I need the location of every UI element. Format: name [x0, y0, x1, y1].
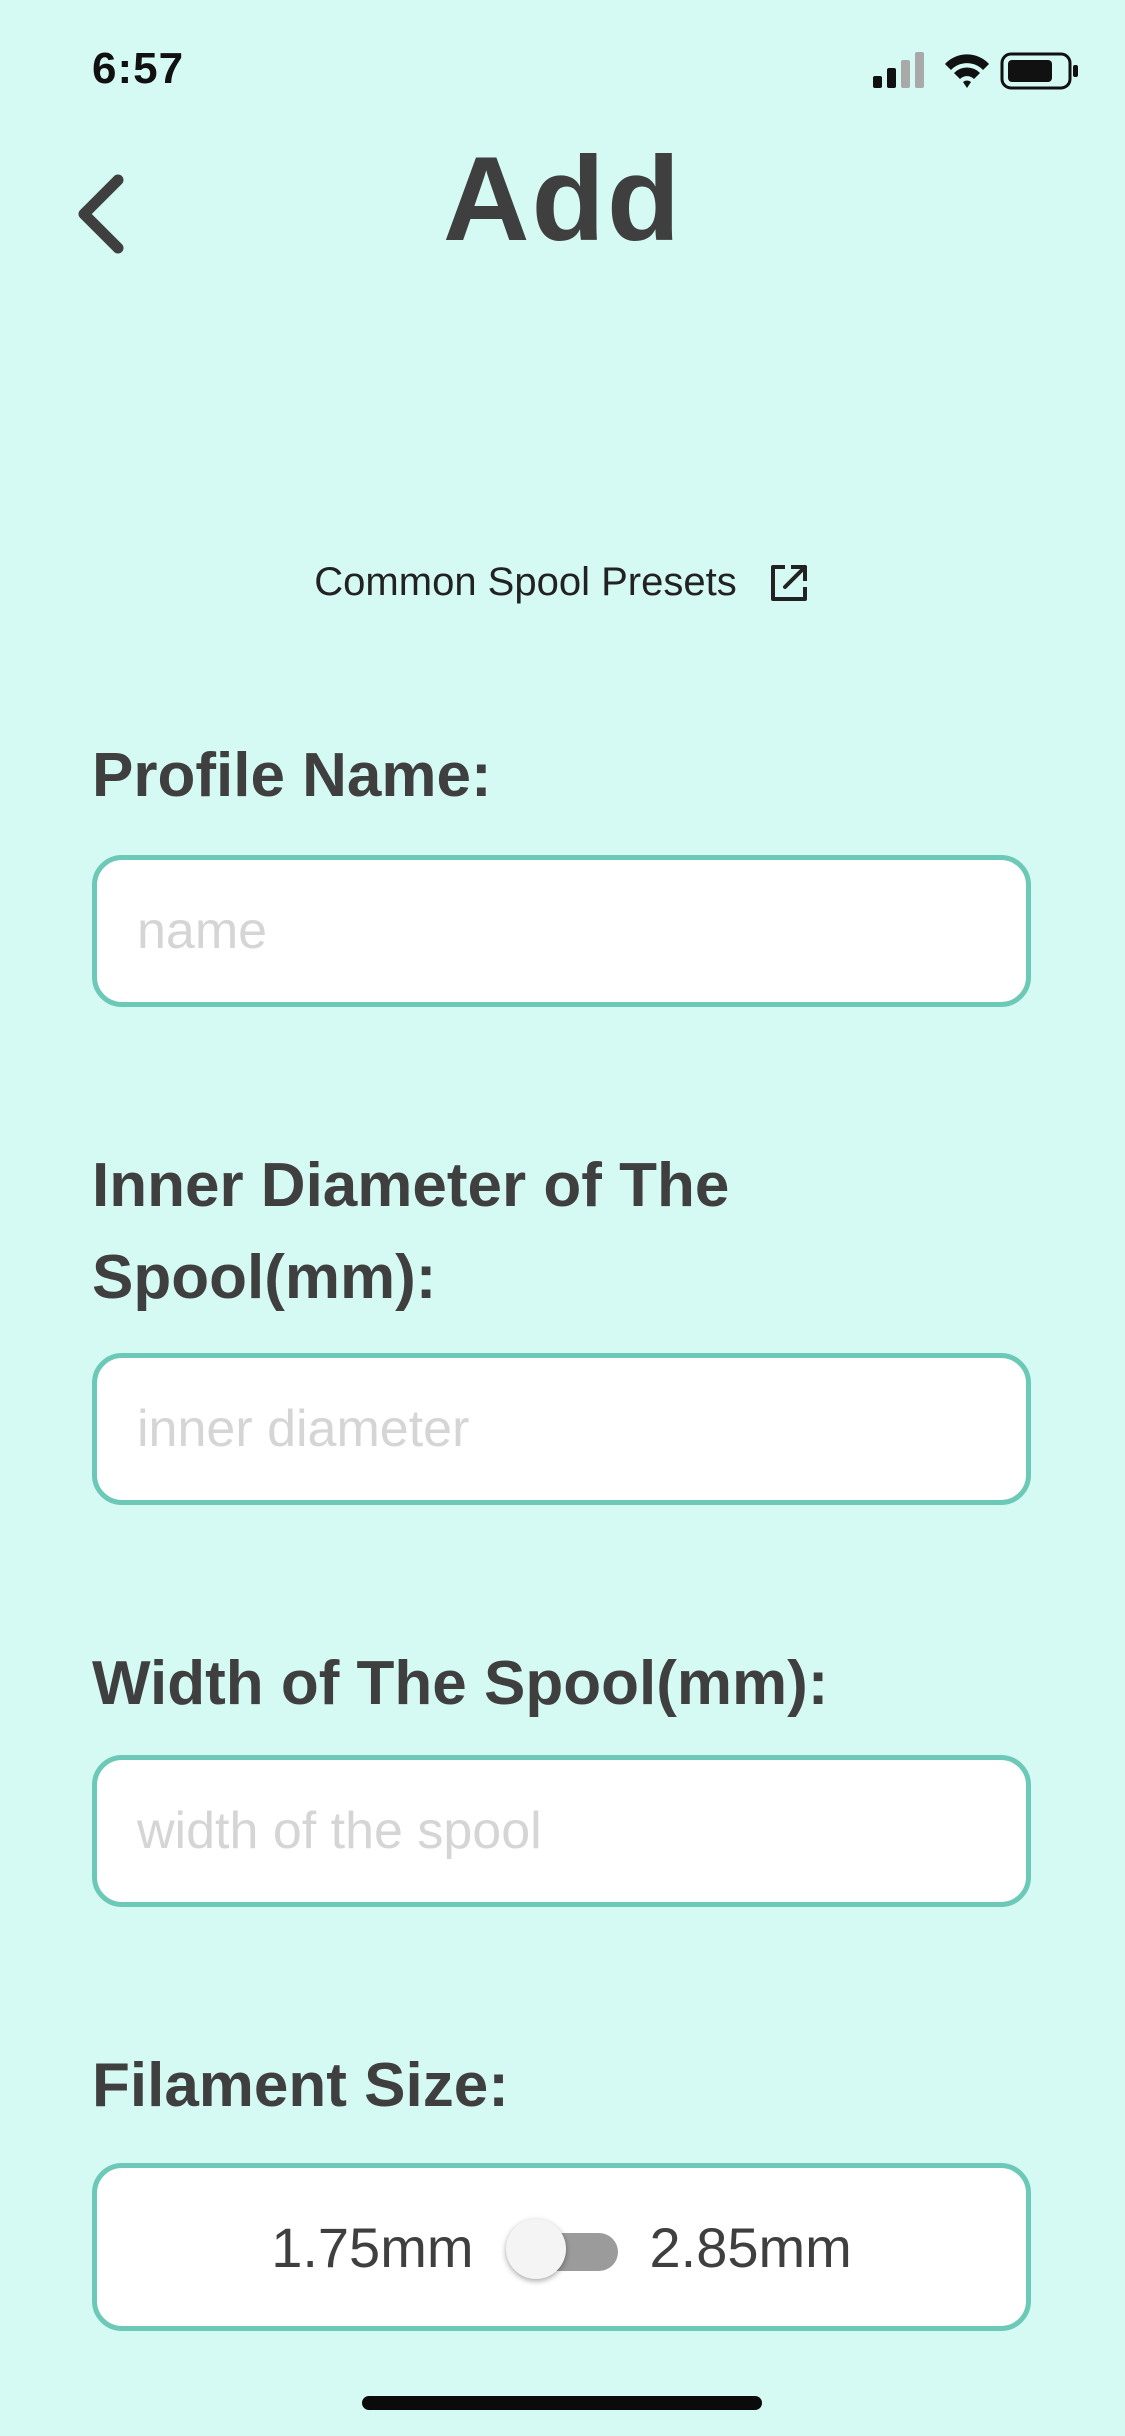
toggle-knob: [505, 2219, 566, 2279]
inner-diameter-label: Inner Diameter of The Spool(mm):: [92, 1151, 730, 1312]
filament-size-field: 1.75mm 2.85mm: [92, 2163, 1031, 2331]
profile-name-label: Profile Name:: [92, 741, 492, 810]
width-input[interactable]: [97, 1760, 1026, 1902]
battery-icon: [1000, 52, 1078, 90]
filament-size-row: 1.75mm 2.85mm: [97, 2168, 1026, 2326]
inner-diameter-field[interactable]: [92, 1353, 1031, 1505]
width-field[interactable]: [92, 1755, 1031, 1907]
page-title: Add: [442, 132, 683, 266]
common-spool-presets-link[interactable]: Common Spool Presets: [0, 560, 1125, 605]
filament-option-285[interactable]: 2.85mm: [650, 2215, 852, 2280]
external-link-icon: [770, 564, 807, 601]
signal-icon: [873, 52, 924, 88]
presets-label: Common Spool Presets: [314, 560, 737, 604]
inner-diameter-input[interactable]: [97, 1358, 1026, 1500]
status-bar: 6:57: [0, 0, 1125, 130]
filament-size-toggle[interactable]: [505, 2219, 618, 2279]
filament-option-175[interactable]: 1.75mm: [271, 2215, 473, 2280]
width-label: Width of The Spool(mm):: [92, 1649, 829, 1718]
status-time: 6:57: [92, 44, 185, 93]
filament-size-label: Filament Size:: [92, 2051, 509, 2120]
profile-name-input[interactable]: [97, 860, 1026, 1002]
home-indicator: [362, 2396, 762, 2410]
status-icons: [873, 48, 1083, 92]
wifi-icon: [945, 54, 989, 88]
profile-name-field[interactable]: [92, 855, 1031, 1007]
